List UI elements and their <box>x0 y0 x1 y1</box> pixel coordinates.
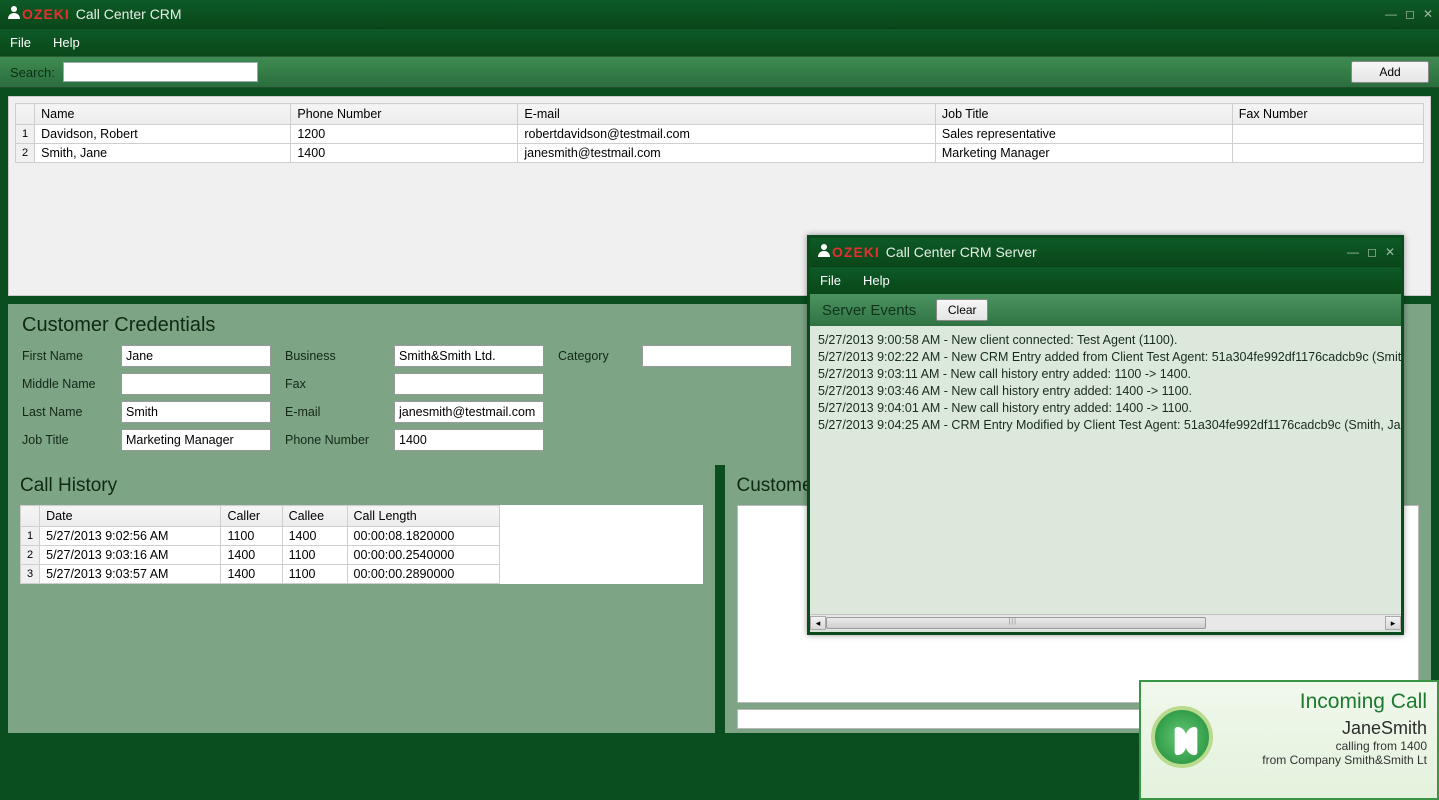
table-row[interactable]: 1 5/27/2013 9:02:56 AM 1100 1400 00:00:0… <box>21 527 500 546</box>
label-middle-name: Middle Name <box>22 377 107 391</box>
fax-field[interactable] <box>394 373 544 395</box>
add-button[interactable]: Add <box>1351 61 1429 83</box>
job-title-field[interactable] <box>121 429 271 451</box>
last-name-field[interactable] <box>121 401 271 423</box>
toast-caller-name: JaneSmith <box>1221 718 1427 739</box>
table-row[interactable]: 2 5/27/2013 9:03:16 AM 1400 1100 00:00:0… <box>21 546 500 565</box>
label-category: Category <box>558 349 628 363</box>
search-input[interactable] <box>63 62 258 82</box>
server-menubar: File Help <box>810 266 1401 294</box>
col-fax[interactable]: Fax Number <box>1232 104 1423 125</box>
business-field[interactable] <box>394 345 544 367</box>
label-email: E-mail <box>285 405 380 419</box>
col-callee[interactable]: Callee <box>282 506 347 527</box>
contacts-table[interactable]: Name Phone Number E-mail Job Title Fax N… <box>15 103 1424 163</box>
maximize-button[interactable]: ◻ <box>1405 7 1415 21</box>
label-business: Business <box>285 349 380 363</box>
incoming-call-toast[interactable]: Incoming Call JaneSmith calling from 140… <box>1139 680 1439 800</box>
menu-help[interactable]: Help <box>47 33 86 52</box>
email-field[interactable] <box>394 401 544 423</box>
server-minimize-button[interactable]: — <box>1347 245 1359 259</box>
user-logo-icon <box>816 242 832 263</box>
label-last-name: Last Name <box>22 405 107 419</box>
minimize-button[interactable]: — <box>1385 7 1397 21</box>
server-events-label: Server Events <box>822 302 916 319</box>
clear-button[interactable]: Clear <box>936 299 988 321</box>
server-titlebar[interactable]: OZEKI Call Center CRM Server — ◻ ✕ <box>810 238 1401 266</box>
server-close-button[interactable]: ✕ <box>1385 245 1395 259</box>
call-history-panel: Call History Date Caller Callee Call Len… <box>8 465 715 733</box>
log-line: 5/27/2013 9:03:46 AM - New call history … <box>818 383 1393 400</box>
log-line: 5/27/2013 9:00:58 AM - New client connec… <box>818 332 1393 349</box>
server-menu-help[interactable]: Help <box>857 271 896 290</box>
main-titlebar: OZEKI Call Center CRM — ◻ ✕ <box>0 0 1439 28</box>
search-toolbar: Search: Add <box>0 56 1439 88</box>
col-email[interactable]: E-mail <box>518 104 936 125</box>
col-caller[interactable]: Caller <box>221 506 282 527</box>
toast-heading: Incoming Call <box>1221 690 1427 714</box>
menu-file[interactable]: File <box>4 33 37 52</box>
category-field[interactable] <box>642 345 792 367</box>
scroll-thumb[interactable] <box>826 617 1206 629</box>
table-row[interactable]: 2 Smith, Jane 1400 janesmith@testmail.co… <box>16 144 1424 163</box>
table-row[interactable]: 3 5/27/2013 9:03:57 AM 1400 1100 00:00:0… <box>21 565 500 584</box>
server-maximize-button[interactable]: ◻ <box>1367 245 1377 259</box>
close-button[interactable]: ✕ <box>1423 7 1433 21</box>
scroll-right-icon[interactable]: ▸ <box>1385 616 1401 630</box>
window-title: Call Center CRM <box>76 6 1385 22</box>
call-history-table[interactable]: Date Caller Callee Call Length 1 5/27/20… <box>20 505 500 584</box>
server-events-log[interactable]: 5/27/2013 9:00:58 AM - New client connec… <box>810 326 1401 614</box>
server-brand-label: OZEKI <box>832 244 880 260</box>
col-phone[interactable]: Phone Number <box>291 104 518 125</box>
server-events-header: Server Events Clear <box>810 294 1401 326</box>
log-line: 5/27/2013 9:02:22 AM - New CRM Entry add… <box>818 349 1393 366</box>
table-row[interactable]: 1 Davidson, Robert 1200 robertdavidson@t… <box>16 125 1424 144</box>
toast-line2: from Company Smith&Smith Lt <box>1221 753 1427 767</box>
label-fax: Fax <box>285 377 380 391</box>
label-job-title: Job Title <box>22 433 107 447</box>
search-label: Search: <box>10 65 55 80</box>
label-phone: Phone Number <box>285 433 380 447</box>
middle-name-field[interactable] <box>121 373 271 395</box>
col-name[interactable]: Name <box>35 104 291 125</box>
user-logo-icon <box>6 4 22 25</box>
server-menu-file[interactable]: File <box>814 271 847 290</box>
first-name-field[interactable] <box>121 345 271 367</box>
brand-label: OZEKI <box>22 6 70 22</box>
col-job[interactable]: Job Title <box>935 104 1232 125</box>
call-history-heading: Call History <box>20 475 703 497</box>
col-length[interactable]: Call Length <box>347 506 500 527</box>
server-window-title: Call Center CRM Server <box>886 244 1347 260</box>
phone-icon <box>1151 706 1213 768</box>
server-window[interactable]: OZEKI Call Center CRM Server — ◻ ✕ File … <box>807 235 1404 635</box>
phone-field[interactable] <box>394 429 544 451</box>
toast-line1: calling from 1400 <box>1221 739 1427 753</box>
horizontal-scrollbar[interactable]: ◂ ▸ <box>810 614 1401 630</box>
label-first-name: First Name <box>22 349 107 363</box>
log-line: 5/27/2013 9:04:25 AM - CRM Entry Modifie… <box>818 417 1393 434</box>
log-line: 5/27/2013 9:04:01 AM - New call history … <box>818 400 1393 417</box>
scroll-track[interactable] <box>826 616 1385 630</box>
log-line: 5/27/2013 9:03:11 AM - New call history … <box>818 366 1393 383</box>
scroll-left-icon[interactable]: ◂ <box>810 616 826 630</box>
col-date[interactable]: Date <box>40 506 221 527</box>
main-menubar: File Help <box>0 28 1439 56</box>
